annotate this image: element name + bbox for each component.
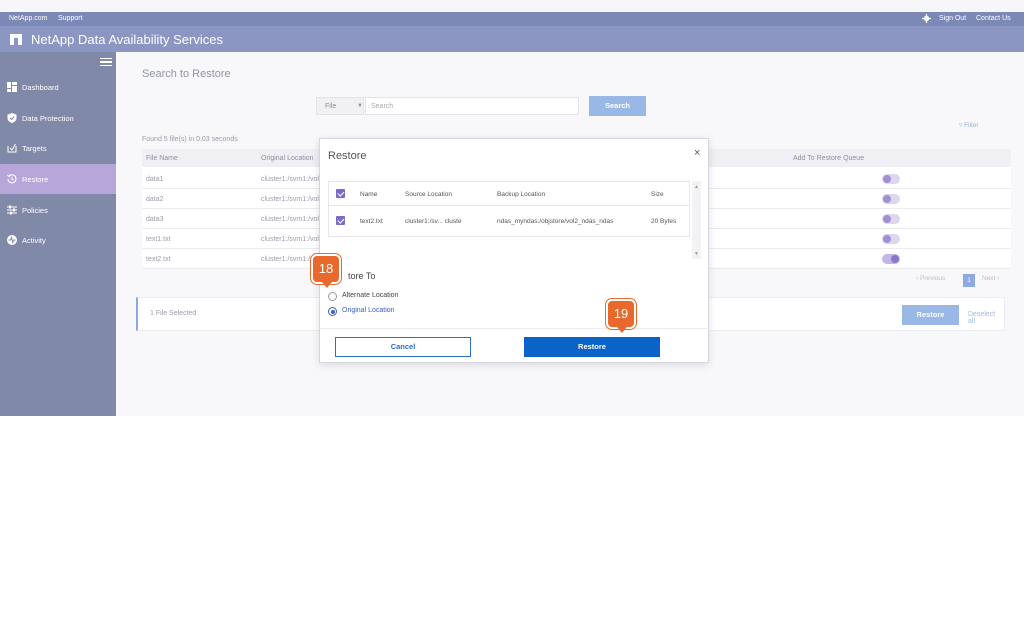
sidebar-item-label: Dashboard: [22, 83, 59, 92]
file-name: data2: [146, 196, 164, 203]
table-scrollbar[interactable]: ▲ ▼: [692, 181, 701, 259]
top-links-bar: NetApp.com Support Sign Out Contact Us: [0, 12, 1024, 26]
sidebar-item-activity[interactable]: Activity: [0, 226, 116, 254]
restore-to-label: tore To: [348, 271, 376, 281]
filter-link[interactable]: ▿ Filter: [959, 121, 979, 129]
restore-queue-toggle[interactable]: [882, 214, 900, 224]
column-header-file-name: File Name: [146, 155, 178, 162]
netapp-link[interactable]: NetApp.com: [9, 15, 48, 22]
cancel-button[interactable]: Cancel: [335, 337, 471, 357]
support-link[interactable]: Support: [58, 15, 83, 22]
file-name: text2.txt: [146, 256, 171, 263]
scroll-up-icon[interactable]: ▲: [694, 184, 699, 190]
backup-location: ndas_myndas:/objstore/vol2_ndas_ndas: [497, 218, 614, 225]
search-button[interactable]: Search: [589, 96, 646, 116]
sidebar-item-data-protection[interactable]: Data Protection: [0, 104, 116, 132]
file-name: text2.txt: [360, 218, 383, 225]
restore-files-table: Name Source Location Backup Location Siz…: [328, 181, 690, 237]
dialog-title: Restore: [328, 150, 367, 162]
file-location: cluster1:/svm1:/vol: [261, 196, 319, 203]
previous-page-link[interactable]: ‹ Previous: [916, 275, 958, 282]
caret-down-icon: ▼: [357, 103, 363, 109]
sidebar-item-label: Data Protection: [22, 114, 74, 123]
column-header-size: Size: [651, 191, 664, 198]
column-header-name: Name: [360, 191, 378, 198]
scroll-down-icon[interactable]: ▼: [694, 251, 699, 257]
column-header-original-location: Original Location: [261, 155, 314, 162]
history-icon: [7, 174, 17, 184]
file-location: cluster1:/svm1:/vol: [261, 236, 319, 243]
filter-label: Filter: [964, 122, 979, 129]
gear-icon[interactable]: [922, 14, 931, 25]
restore-queue-toggle[interactable]: [882, 194, 900, 204]
sidebar-item-label: Targets: [22, 144, 47, 153]
table-header: Name Source Location Backup Location Siz…: [329, 182, 689, 206]
file-size: 20 Bytes: [651, 218, 677, 225]
alternate-location-label[interactable]: Alternate Location: [342, 292, 398, 299]
column-header-source: Source Location: [405, 191, 452, 198]
app-title: NetApp Data Availability Services: [31, 32, 223, 47]
sidebar-item-dashboard[interactable]: Dashboard: [0, 73, 116, 101]
selection-count: 1 File Selected: [150, 310, 197, 317]
alternate-location-radio[interactable]: [328, 292, 337, 301]
sidebar-item-label: Activity: [22, 236, 46, 245]
file-name: data1: [146, 176, 164, 183]
sidebar-item-restore[interactable]: Restore: [0, 164, 116, 194]
sidebar: Dashboard Data Protection Targets Restor…: [0, 52, 116, 416]
page-number[interactable]: 1: [963, 274, 975, 287]
original-location-label[interactable]: Original Location: [342, 307, 395, 314]
restore-dialog: Restore × Name Source Location Backup Lo…: [319, 138, 709, 363]
netapp-logo-icon: [10, 34, 22, 45]
sign-out-link[interactable]: Sign Out: [939, 15, 966, 22]
dialog-restore-button[interactable]: Restore: [524, 337, 660, 357]
search-input[interactable]: Search: [365, 97, 579, 115]
sidebar-item-targets[interactable]: Targets: [0, 134, 116, 162]
close-icon[interactable]: ×: [694, 147, 700, 159]
app-window: NetApp.com Support Sign Out Contact Us N…: [0, 0, 1024, 416]
restore-queue-toggle[interactable]: [882, 174, 900, 184]
column-header-add-to-queue: Add To Restore Queue: [793, 155, 865, 162]
step-callout-18: 18: [311, 254, 341, 288]
source-location: cluster1:/sv... cluste: [405, 218, 462, 225]
search-type-value: File: [325, 103, 337, 110]
select-all-checkbox[interactable]: [336, 189, 345, 198]
sidebar-item-label: Policies: [22, 206, 48, 215]
shield-icon: [7, 113, 17, 123]
sidebar-item-policies[interactable]: Policies: [0, 196, 116, 224]
restore-queue-toggle[interactable]: [882, 254, 900, 264]
original-location-radio[interactable]: [328, 307, 337, 316]
next-page-link[interactable]: Next ›: [982, 275, 1012, 282]
search-type-dropdown[interactable]: File ▼: [316, 97, 364, 115]
file-name: text1.txt: [146, 236, 171, 243]
table-row: text2.txt cluster1:/sv... cluste ndas_my…: [329, 206, 689, 238]
restore-button[interactable]: Restore: [902, 305, 959, 325]
hamburger-menu-icon[interactable]: [100, 58, 112, 67]
file-location: cluster1:/svm1:/vol: [261, 216, 319, 223]
restore-queue-toggle[interactable]: [882, 234, 900, 244]
step-callout-19: 19: [606, 299, 636, 333]
dashboard-icon: [7, 82, 17, 92]
contact-us-link[interactable]: Contact Us: [976, 15, 1011, 22]
activity-icon: [7, 235, 17, 245]
page-title: Search to Restore: [142, 68, 231, 80]
file-name: data3: [146, 216, 164, 223]
dialog-divider: [320, 328, 708, 329]
file-location: cluster1:/svm1:/vol: [261, 176, 319, 183]
row-checkbox[interactable]: [336, 216, 345, 225]
previous-label: Previous: [919, 275, 946, 282]
column-header-backup: Backup Location: [497, 191, 546, 198]
next-label: Next: [982, 275, 996, 282]
title-bar: NetApp Data Availability Services: [0, 26, 1024, 52]
filter-icon: ▿: [959, 122, 963, 129]
results-summary: Found 5 file(s) in 0.03 seconds: [142, 136, 238, 143]
deselect-all-link[interactable]: Deselect all: [968, 311, 1004, 325]
search-placeholder: Search: [371, 103, 394, 110]
sidebar-item-label: Restore: [22, 175, 49, 184]
target-icon: [7, 143, 17, 153]
sliders-icon: [7, 205, 17, 215]
